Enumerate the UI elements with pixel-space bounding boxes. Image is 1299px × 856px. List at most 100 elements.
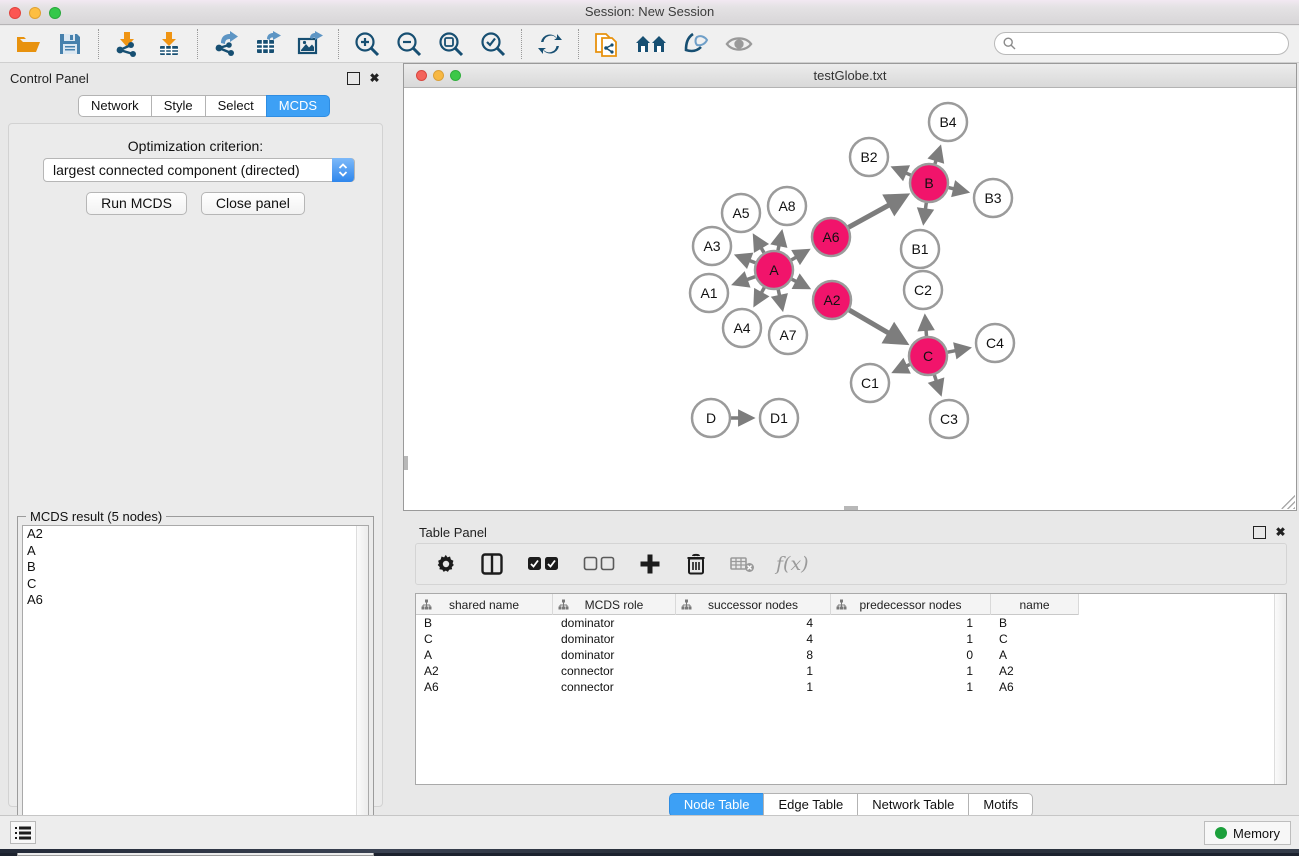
graph-node-C1[interactable]: C1 [851,364,889,402]
graph-node-A8[interactable]: A8 [768,187,806,225]
zoom-selected-icon[interactable] [479,30,507,58]
graph-edge-A-A2[interactable] [792,279,807,287]
graph-node-A5[interactable]: A5 [722,194,760,232]
graph-node-B3[interactable]: B3 [974,179,1012,217]
graph-node-A3[interactable]: A3 [693,227,731,265]
graph-node-A4[interactable]: A4 [723,309,761,347]
graph-node-A7[interactable]: A7 [769,316,807,354]
table-cell[interactable]: A6 [991,679,1079,695]
table-cell[interactable]: C [416,631,553,647]
export-network-icon[interactable] [212,30,240,58]
column-view-icon[interactable] [480,552,504,576]
graph-edge-A6-B[interactable] [849,197,905,228]
zoom-in-icon[interactable] [353,30,381,58]
result-list-item[interactable]: B [23,559,368,576]
graph-node-D[interactable]: D [692,399,730,437]
table-cell[interactable]: A6 [416,679,553,695]
table-cell[interactable]: B [991,615,1079,631]
graph-node-A6[interactable]: A6 [812,218,850,256]
window-resize-grip[interactable] [1281,495,1295,509]
table-close-panel-icon[interactable]: ✖ [1274,526,1287,539]
table-row[interactable]: Cdominator41C [416,631,1286,647]
table-cell[interactable]: C [991,631,1079,647]
graph-node-B4[interactable]: B4 [929,103,967,141]
table-options-gear-icon[interactable] [434,552,458,576]
table-cell[interactable]: 4 [676,615,831,631]
graph-node-A[interactable]: A [755,251,793,289]
graph-edge-C-C2[interactable] [925,318,926,336]
table-cell[interactable]: 1 [676,679,831,695]
import-table-icon[interactable] [155,30,183,58]
network-graph[interactable]: B4B2BB3B1A6A5A8A3AA1A4A7A2C2CC4C1C3DD1 [404,88,1296,510]
table-cell[interactable]: dominator [553,615,676,631]
table-cell[interactable]: connector [553,663,676,679]
delete-column-trash-icon[interactable] [684,552,708,576]
bird-view-eye-icon[interactable] [725,30,753,58]
home-icon[interactable] [635,30,669,58]
column-header-MCDS-role[interactable]: MCDS role [553,594,676,615]
run-mcds-button[interactable]: Run MCDS [86,192,187,215]
graph-node-B[interactable]: B [910,164,948,202]
save-session-icon[interactable] [56,30,84,58]
table-cell[interactable]: 1 [831,679,991,695]
network-window-titlebar[interactable]: testGlobe.txt [404,64,1296,88]
add-column-icon[interactable] [638,552,662,576]
export-table-icon[interactable] [254,30,282,58]
table-cell[interactable]: A [416,647,553,663]
optimization-criterion-dropdown[interactable]: largest connected component (directed) [43,158,355,182]
tab-network[interactable]: Network [78,95,151,117]
graph-edge-A-A7[interactable] [778,290,782,308]
graph-node-B1[interactable]: B1 [901,230,939,268]
select-all-columns-icon[interactable] [526,552,560,576]
mcds-result-list[interactable]: A2ABCA6 [22,525,369,851]
clone-network-icon[interactable] [593,30,621,58]
graph-node-C4[interactable]: C4 [976,324,1014,362]
column-header-successor-nodes[interactable]: successor nodes [676,594,831,615]
column-header-predecessor-nodes[interactable]: predecessor nodes [831,594,991,615]
table-cell[interactable]: 1 [831,663,991,679]
graph-edge-A-A8[interactable] [778,233,781,250]
table-cell[interactable]: dominator [553,647,676,663]
table-cell[interactable]: 0 [831,647,991,663]
tab-select[interactable]: Select [205,95,266,117]
result-list-item[interactable]: A [23,543,368,560]
float-panel-icon[interactable] [347,72,360,85]
table-row[interactable]: Adominator80A [416,647,1286,663]
graph-edge-B-B2[interactable] [895,168,911,175]
graph-node-A1[interactable]: A1 [690,274,728,312]
close-panel-icon[interactable]: ✖ [368,72,381,85]
graph-node-D1[interactable]: D1 [760,399,798,437]
column-header-shared-name[interactable]: shared name [416,594,553,615]
show-hide-details-icon[interactable] [683,30,711,58]
result-list-item[interactable]: A6 [23,592,368,609]
refresh-layout-icon[interactable] [536,30,564,58]
graph-edge-A-A1[interactable] [735,277,755,284]
network-canvas[interactable]: B4B2BB3B1A6A5A8A3AA1A4A7A2C2CC4C1C3DD1 [404,88,1296,510]
table-cell[interactable]: dominator [553,631,676,647]
graph-edge-C-C1[interactable] [895,364,909,371]
column-header-name[interactable]: name [991,594,1079,615]
export-image-icon[interactable] [296,30,324,58]
table-cell[interactable]: 8 [676,647,831,663]
zoom-fit-icon[interactable] [437,30,465,58]
graph-edge-B-B4[interactable] [935,149,940,164]
tab-edge-table[interactable]: Edge Table [763,793,857,817]
tab-node-table[interactable]: Node Table [669,793,764,817]
table-cell[interactable]: connector [553,679,676,695]
tab-motifs[interactable]: Motifs [968,793,1033,817]
result-list-item[interactable]: C [23,576,368,593]
table-cell[interactable]: 4 [676,631,831,647]
tab-style[interactable]: Style [151,95,205,117]
table-row[interactable]: A2connector11A2 [416,663,1286,679]
graph-edge-A-A4[interactable] [756,288,765,304]
graph-edge-A-A5[interactable] [755,237,764,252]
result-list-item[interactable]: A2 [23,526,368,543]
graph-node-C3[interactable]: C3 [930,400,968,438]
graph-edge-A-A3[interactable] [738,256,755,263]
graph-edge-C-C4[interactable] [948,348,968,352]
search-input[interactable] [994,32,1289,55]
open-session-icon[interactable] [14,30,42,58]
close-panel-button[interactable]: Close panel [201,192,305,215]
table-row[interactable]: A6connector11A6 [416,679,1286,695]
table-row[interactable]: Bdominator41B [416,615,1286,631]
